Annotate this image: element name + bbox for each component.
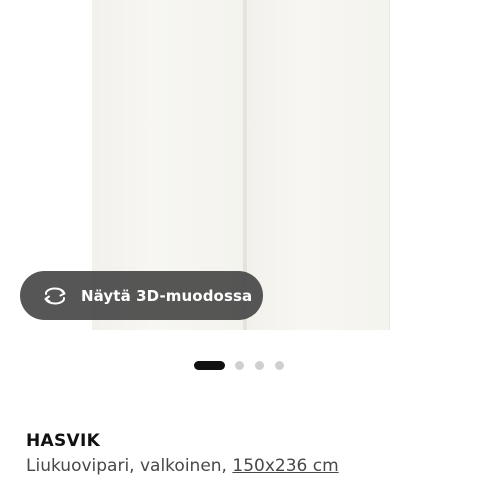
product-size-link[interactable]: 150x236 cm [232,456,338,476]
view-3d-button[interactable]: Näytä 3D-muodossa [20,271,263,320]
rotate-360-icon [41,285,69,307]
product-page: Näytä 3D-muodossa HASVIK Liukuovipari, v… [0,0,480,480]
product-description: Liukuovipari, valkoinen, 150x236 cm [26,456,339,476]
product-name: HASVIK [26,431,101,451]
product-description-text: Liukuovipari, valkoinen, [26,456,227,476]
carousel-dot-active[interactable] [194,361,225,370]
view-3d-label: Näytä 3D-muodossa [81,286,253,305]
carousel-indicator [194,361,295,370]
carousel-dot[interactable] [275,361,284,370]
carousel-dot[interactable] [235,361,244,370]
sliding-door-right [246,0,390,330]
carousel-dot[interactable] [255,361,264,370]
